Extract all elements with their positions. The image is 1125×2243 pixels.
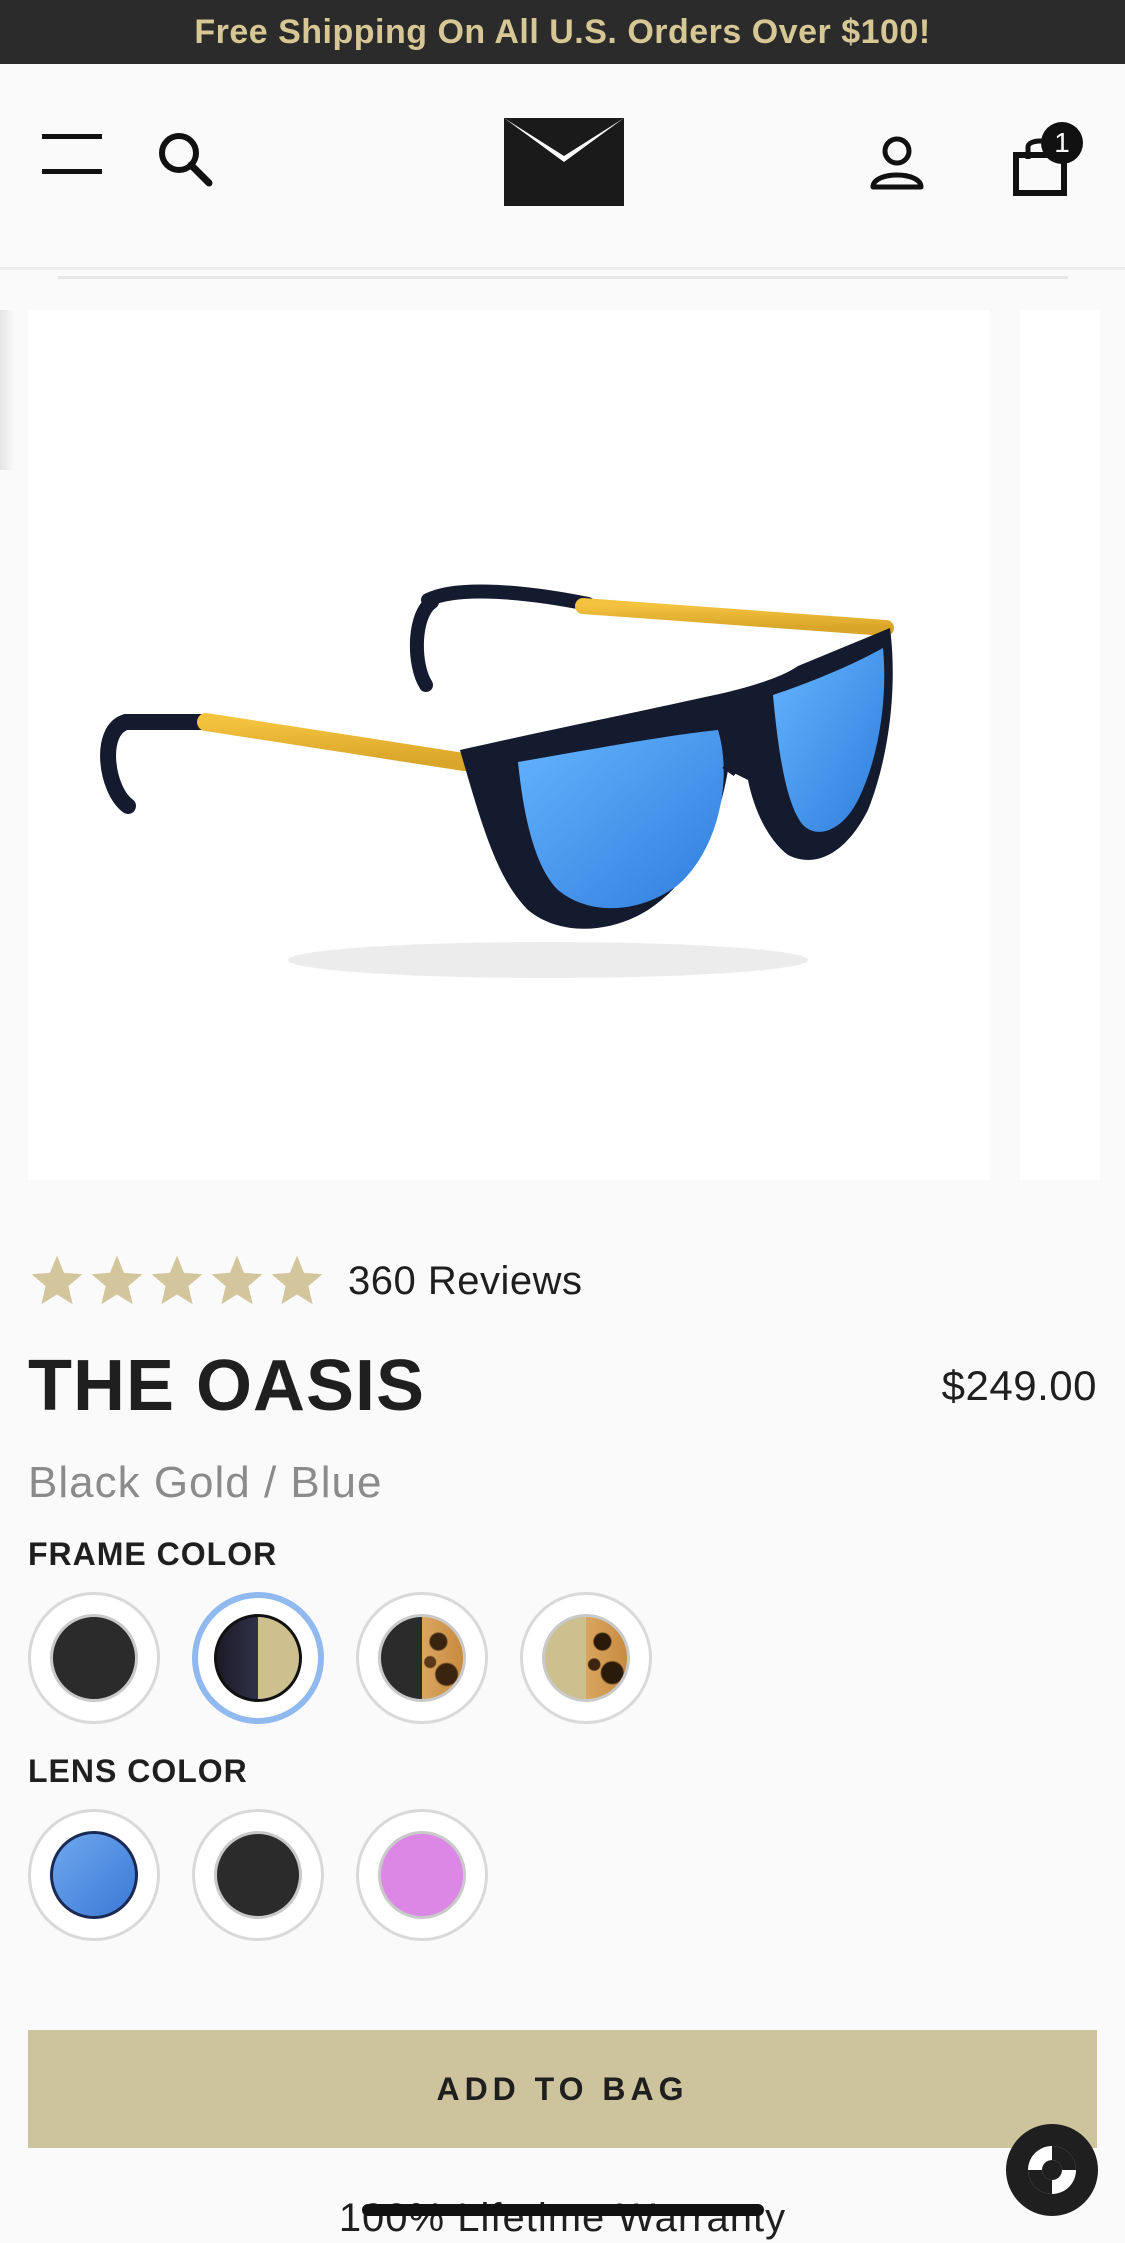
sunglasses-image: [100, 584, 894, 978]
product-price: $249.00: [941, 1362, 1097, 1409]
account-icon: [870, 136, 924, 190]
variant-name: Black Gold / Blue: [28, 1458, 383, 1507]
lens-swatch-pink[interactable]: [356, 1809, 488, 1941]
star-rating: [28, 1252, 326, 1310]
home-indicator: [362, 2204, 764, 2216]
header-divider: [58, 276, 1068, 279]
menu-icon: [42, 134, 102, 174]
promo-banner: Free Shipping On All U.S. Orders Over $1…: [0, 0, 1125, 64]
lifebuoy-icon: [1028, 2146, 1076, 2194]
black-swatch-fill: [50, 1614, 138, 1702]
pink-swatch-fill: [378, 1831, 466, 1919]
star-icon: [91, 1255, 143, 1305]
star-icon: [151, 1255, 203, 1305]
rating-row[interactable]: 360 Reviews: [28, 1250, 583, 1312]
next-product-image-slide[interactable]: [1020, 310, 1100, 1180]
search-icon: [159, 133, 213, 187]
frame-color-swatches: [28, 1592, 652, 1724]
promo-text: Free Shipping On All U.S. Orders Over $1…: [194, 12, 931, 51]
product-image-carousel[interactable]: [0, 310, 1125, 1180]
frame-swatch-gold-tortoise[interactable]: [520, 1592, 652, 1724]
frame-swatch-black-gold[interactable]: [192, 1592, 324, 1724]
site-header: 1: [0, 64, 1125, 279]
star-icon: [31, 1255, 83, 1305]
account-button[interactable]: [862, 128, 932, 198]
lens-color-label: LENS COLOR: [28, 1753, 248, 1789]
bag-count-badge: 1: [1041, 122, 1083, 164]
star-icon: [211, 1255, 263, 1305]
help-button[interactable]: [1006, 2124, 1098, 2216]
blue-swatch-fill: [50, 1831, 138, 1919]
black-gold-swatch-fill: [214, 1614, 302, 1702]
star-icon: [271, 1255, 323, 1305]
black-tortoise-swatch-fill: [378, 1614, 466, 1702]
envelope-logo-icon: [504, 118, 624, 206]
brand-logo[interactable]: [500, 112, 628, 212]
reviews-link[interactable]: 360 Reviews: [348, 1259, 583, 1304]
frame-color-label: FRAME COLOR: [28, 1536, 278, 1572]
frame-swatch-black-tortoise[interactable]: [356, 1592, 488, 1724]
frame-swatch-black[interactable]: [28, 1592, 160, 1724]
menu-button[interactable]: [38, 124, 106, 184]
search-button[interactable]: [150, 124, 220, 194]
bag-button[interactable]: 1: [995, 122, 1085, 206]
gold-tortoise-swatch-fill: [542, 1614, 630, 1702]
add-to-bag-button[interactable]: ADD TO BAG: [28, 2030, 1097, 2148]
lens-swatch-blue[interactable]: [28, 1809, 160, 1941]
black-lens-swatch-fill: [214, 1831, 302, 1919]
lens-color-swatches: [28, 1809, 488, 1941]
warranty-text: 100% Lifetime Warranty: [338, 2196, 787, 2240]
product-title: THE OASIS: [28, 1346, 426, 1426]
previous-slide-edge: [0, 310, 14, 470]
product-image-slide[interactable]: [28, 310, 990, 1180]
lens-swatch-black[interactable]: [192, 1809, 324, 1941]
